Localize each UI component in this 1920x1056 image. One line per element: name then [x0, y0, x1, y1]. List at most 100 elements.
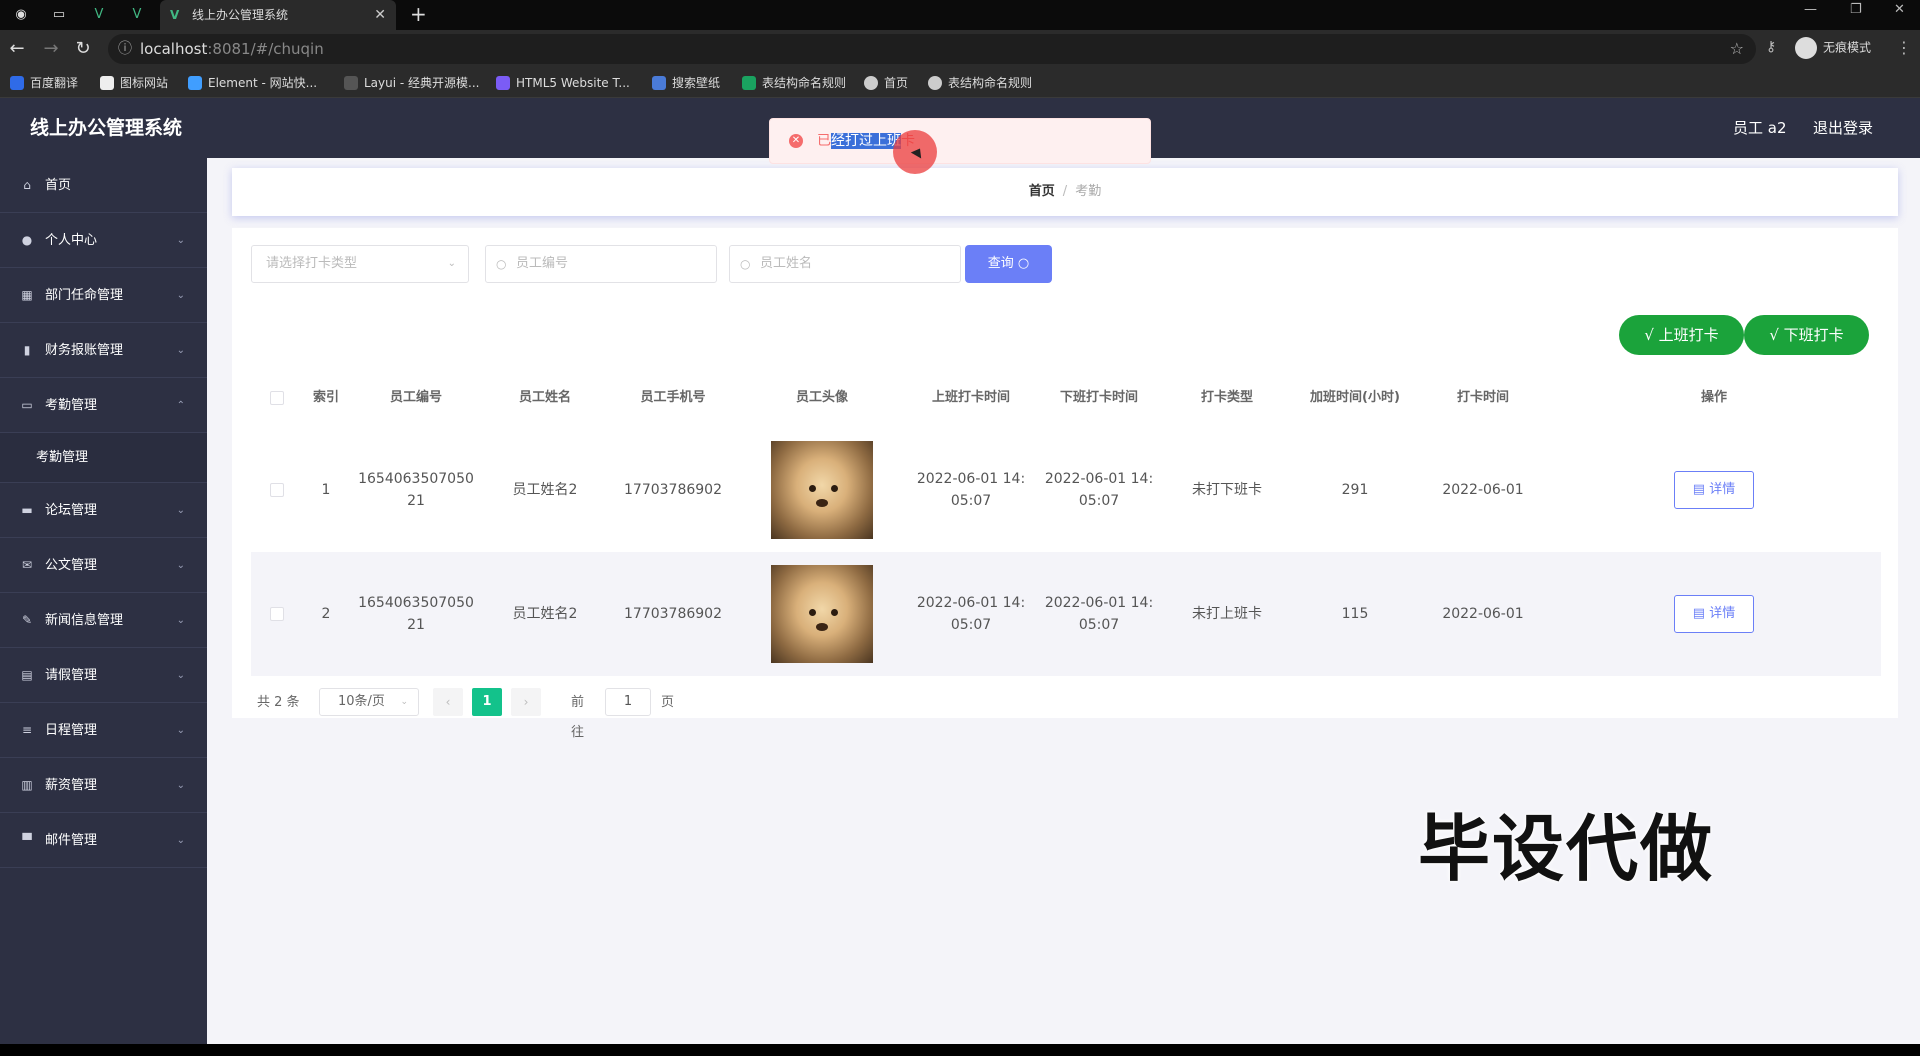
bookmark-item[interactable]: HTML5 Website T... — [496, 68, 630, 98]
avatar — [771, 441, 873, 539]
header-index: 索引 — [312, 390, 339, 405]
header-emp-name: 员工姓名 — [518, 390, 571, 405]
cell-actions: ▤ 详情 — [1547, 552, 1881, 676]
header-date: 打卡时间 — [1456, 390, 1509, 405]
current-user[interactable]: 员工 a2 — [1733, 98, 1787, 158]
sidebar-item-attendance[interactable]: ▭ 考勤管理 ⌃ — [0, 378, 207, 433]
avatar — [771, 565, 873, 663]
bookmark-item[interactable]: 搜索壁纸 — [652, 68, 720, 98]
bookmark-item[interactable]: 图标网站 — [100, 68, 168, 98]
clock-in-button[interactable]: √ 上班打卡 — [1619, 315, 1744, 355]
user-icon: ● — [21, 233, 33, 247]
breadcrumb-separator: / — [1062, 184, 1068, 199]
tab-icon[interactable]: ▭ — [50, 6, 68, 24]
chevron-down-icon: ⌄ — [176, 345, 185, 356]
translate-icon — [10, 75, 24, 90]
bookmark-item[interactable]: Element - 网站快... — [188, 68, 317, 98]
search-icon: ○ — [740, 257, 751, 271]
detail-button[interactable]: ▤ 详情 — [1674, 471, 1754, 509]
sheet-icon — [742, 75, 756, 90]
tab-close-icon[interactable]: ✕ — [374, 0, 386, 30]
sidebar-item-documents[interactable]: ✉ 公文管理 ⌄ — [0, 538, 207, 593]
chevron-down-icon: ⌄ — [176, 290, 185, 301]
pagination-total: 共 2 条 — [257, 695, 300, 710]
forward-icon[interactable]: → — [40, 38, 62, 59]
tab-active[interactable]: V 线上办公管理系统 ✕ — [160, 0, 396, 30]
row-checkbox[interactable] — [270, 483, 284, 497]
document-icon: ▤ — [1692, 482, 1706, 497]
clock-out-button[interactable]: √ 下班打卡 — [1744, 315, 1869, 355]
chat-icon: ▭ — [21, 398, 33, 412]
maximize-icon[interactable]: ❐ — [1850, 2, 1862, 17]
row-checkbox[interactable] — [270, 607, 284, 621]
bookmark-item[interactable]: Layui - 经典开源模... — [344, 68, 479, 98]
bookmark-item[interactable]: 首页 — [864, 68, 908, 98]
cell-date: 2022-06-01 — [1442, 606, 1524, 622]
sidebar-item-leave[interactable]: ▤ 请假管理 ⌄ — [0, 648, 207, 703]
incognito-label: 无痕模式 — [1823, 40, 1872, 55]
next-page-button[interactable]: › — [511, 688, 541, 716]
back-icon[interactable]: ← — [6, 38, 28, 59]
site-info-icon[interactable]: ⓘ — [118, 34, 132, 64]
logout-link[interactable]: 退出登录 — [1813, 98, 1873, 158]
employee-id-input[interactable]: ○ 员工编号 — [485, 245, 717, 283]
employee-name-input[interactable]: ○ 员工姓名 — [729, 245, 961, 283]
sidebar-item-profile[interactable]: ● 个人中心 ⌄ — [0, 213, 207, 268]
card-icon: ▤ — [21, 668, 33, 682]
mail-icon: ✉ — [21, 558, 33, 572]
cell-clock-type: 未打上班卡 — [1192, 606, 1262, 622]
browser-logo-icon[interactable]: ◉ — [12, 6, 30, 24]
cell-clock-out-time: 2022-06-01 14: 05:07 — [1044, 471, 1154, 509]
breadcrumb-current: 考勤 — [1075, 184, 1102, 199]
select-all-checkbox[interactable] — [270, 391, 284, 405]
app-root: 线上办公管理系统 员工 a2 退出登录 ⌂ 首页 ● 个人中心 ⌄ ▦ 部门任命管理 ⌄ … — [0, 98, 1920, 1044]
sidebar-item-mail[interactable]: ▀ 邮件管理 ⌄ — [0, 813, 207, 868]
feather-icon: ✎ — [21, 613, 33, 627]
sidebar-item-schedule[interactable]: ≡ 日程管理 ⌄ — [0, 703, 207, 758]
prev-page-button[interactable]: ‹ — [433, 688, 463, 716]
cell-clock-out-time: 2022-06-01 14: 05:07 — [1044, 595, 1154, 633]
bookmark-item[interactable]: 表结构命名规则 — [928, 68, 1032, 98]
chevron-down-icon: ⌄ — [176, 670, 185, 681]
browser-menu-icon[interactable]: ⋮ — [1896, 38, 1912, 57]
query-button[interactable]: 查询 ○ — [965, 245, 1052, 283]
sidebar-subitem-attendance[interactable]: 考勤管理 — [0, 433, 207, 483]
chevron-down-icon: ⌄ — [176, 235, 185, 246]
bookmark-item[interactable]: 百度翻译 — [10, 68, 78, 98]
vue-tab-icon[interactable]: V — [128, 6, 146, 24]
current-page-button[interactable]: 1 — [472, 688, 502, 716]
sidebar-item-department[interactable]: ▦ 部门任命管理 ⌄ — [0, 268, 207, 323]
close-window-icon[interactable]: ✕ — [1894, 2, 1905, 17]
chevron-down-icon: ⌄ — [176, 560, 185, 571]
sidebar-item-news[interactable]: ✎ 新闻信息管理 ⌄ — [0, 593, 207, 648]
clock-type-select[interactable]: 请选择打卡类型 ⌄ — [251, 245, 469, 283]
reload-icon[interactable]: ↻ — [72, 38, 94, 59]
goto-page-input[interactable]: 1 — [605, 688, 651, 716]
chevron-down-icon: ⌄ — [176, 615, 185, 626]
minimize-icon[interactable]: — — [1804, 2, 1817, 17]
detail-button[interactable]: ▤ 详情 — [1674, 595, 1754, 633]
key-icon[interactable]: ⚷ — [1766, 39, 1776, 55]
content-card: 请选择打卡类型 ⌄ ○ 员工编号 ○ 员工姓名 查询 ○ √ 上班打卡 √ 下班… — [232, 228, 1898, 740]
page-size-select[interactable]: 10条/页 ⌄ — [319, 688, 419, 716]
incognito-indicator[interactable]: 无痕模式 — [1795, 37, 1871, 59]
sidebar-item-home[interactable]: ⌂ 首页 — [0, 158, 207, 213]
sidebar-item-finance[interactable]: ▮ 财务报账管理 ⌄ — [0, 323, 207, 378]
tab-title: 线上办公管理系统 — [192, 8, 289, 22]
search-icon: ○ — [1017, 256, 1030, 271]
breadcrumb-home[interactable]: 首页 — [1029, 184, 1055, 199]
incognito-icon — [1795, 37, 1817, 59]
new-tab-icon[interactable]: + — [410, 2, 427, 26]
url-field[interactable]: ⓘ localhost:8081/#/chuqin ☆ — [108, 34, 1756, 64]
bookmark-item[interactable]: 表结构命名规则 — [742, 68, 846, 98]
cell-clock-in-time: 2022-06-01 14: 05:07 — [916, 595, 1026, 633]
cell-clock-type: 未打下班卡 — [1192, 482, 1262, 498]
grid-icon: ▦ — [21, 288, 33, 302]
bar-chart-icon: ▮ — [23, 343, 31, 357]
bookmark-star-icon[interactable]: ☆ — [1730, 34, 1744, 64]
sidebar-item-salary[interactable]: ▥ 薪资管理 ⌄ — [0, 758, 207, 813]
vue-tab-icon[interactable]: V — [90, 6, 108, 24]
header-avatar: 员工头像 — [795, 390, 848, 405]
search-icon: ○ — [496, 257, 507, 271]
sidebar-item-forum[interactable]: ▬ 论坛管理 ⌄ — [0, 483, 207, 538]
